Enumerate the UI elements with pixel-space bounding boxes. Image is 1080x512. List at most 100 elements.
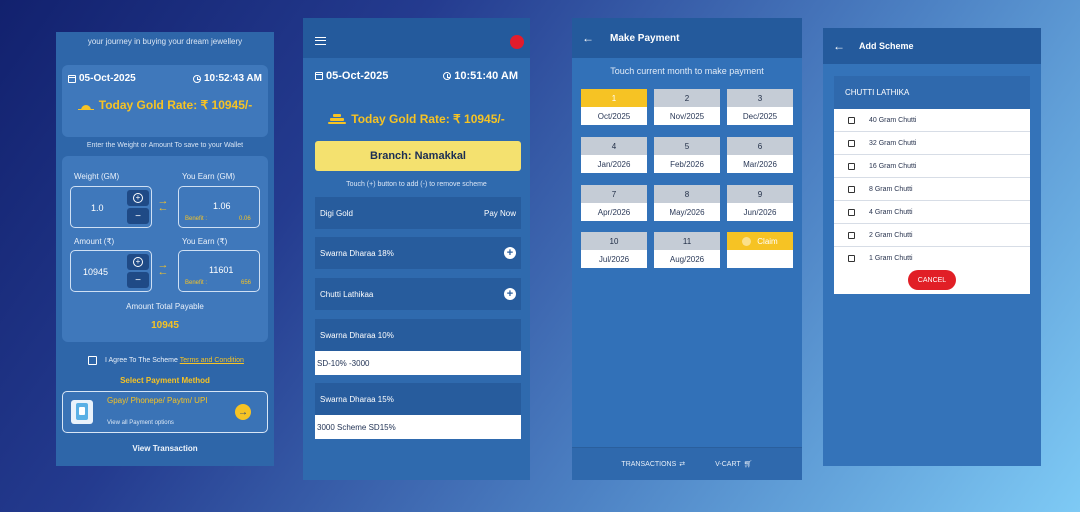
cart-icon: 🛒︎ xyxy=(743,461,753,468)
swap-arrows-icon: → ← xyxy=(157,259,169,278)
weight-value: 1.0 xyxy=(91,203,104,213)
amount-increase-button[interactable]: + xyxy=(127,254,149,270)
weight-increase-button[interactable]: + xyxy=(127,190,149,206)
claim-cell[interactable]: Claim xyxy=(727,232,793,268)
scheme-detail-row[interactable]: 3000 Scheme SD15% xyxy=(315,415,521,439)
amount-stepper: + − xyxy=(127,254,149,288)
amount-field[interactable]: 10945 + − xyxy=(70,250,152,292)
digi-gold-row[interactable]: Digi Gold Pay Now xyxy=(315,197,521,229)
installment-number: 6 xyxy=(727,137,793,155)
scheme-row[interactable]: Swarna Dharaa 10% xyxy=(315,319,521,351)
option-label: 1 Gram Chutti xyxy=(869,255,913,262)
option-row[interactable]: 8 Gram Chutti xyxy=(834,178,1030,201)
earn-gm-label: You Earn (GM) xyxy=(182,172,236,181)
back-arrow-icon[interactable]: ← xyxy=(582,31,594,45)
option-label: 32 Gram Chutti xyxy=(869,139,917,147)
view-transaction-link[interactable]: View Transaction xyxy=(56,444,274,453)
option-row[interactable]: 40 Gram Chutti xyxy=(834,109,1030,132)
option-label: 40 Gram Chutti xyxy=(869,116,917,124)
month-cell[interactable]: 4 Jan/2026 xyxy=(581,137,647,173)
gold-savings-screen: your journey in buying your dream jewell… xyxy=(56,32,274,466)
installment-number: 4 xyxy=(581,137,647,155)
branch-selector[interactable]: Branch: Namakkal xyxy=(315,141,521,171)
scheme-row[interactable]: Swarna Dharaa 18% + xyxy=(315,237,521,269)
option-label: 2 Gram Chutti xyxy=(869,231,913,239)
scheme-label: Chutti Lathikaa xyxy=(320,289,374,299)
installment-month: Aug/2026 xyxy=(654,250,720,268)
option-checkbox[interactable] xyxy=(848,255,855,262)
back-arrow-icon[interactable]: ← xyxy=(833,39,845,53)
weight-stepper: + − xyxy=(127,190,149,224)
month-cell[interactable]: 11 Aug/2026 xyxy=(654,232,720,268)
benefit-label: Benefit : xyxy=(185,280,208,286)
date-time-row: 05-Oct-2025 10:52:43 AM xyxy=(62,65,268,84)
weight-field[interactable]: 1.0 + − xyxy=(70,186,152,228)
app-bar xyxy=(303,18,530,58)
add-scheme-screen: ← Add Scheme CHUTTI LATHIKA 40 Gram Chut… xyxy=(823,28,1041,466)
option-row[interactable]: 1 Gram Chutti xyxy=(834,247,1030,270)
benefit-gm-value: 0.06 xyxy=(239,216,251,222)
today-gold-rate: Today Gold Rate: ₹ 10945/- xyxy=(303,112,530,126)
vcart-tab[interactable]: V-CART 🛒︎ xyxy=(715,460,753,469)
earn-rs-field: 11601 Benefit : 656 xyxy=(178,250,260,292)
scheme-row[interactable]: Chutti Lathikaa + xyxy=(315,278,521,310)
terms-link[interactable]: Terms and Condition xyxy=(180,357,244,364)
month-cell[interactable]: 7 Apr/2026 xyxy=(581,185,647,221)
month-cell[interactable]: 6 Mar/2026 xyxy=(727,137,793,173)
installment-month: Feb/2026 xyxy=(654,155,720,173)
installment-month: Apr/2026 xyxy=(581,203,647,221)
option-checkbox[interactable] xyxy=(848,139,855,147)
mobile-payment-icon xyxy=(71,400,93,424)
upi-payment-option[interactable]: Gpay/ Phonepe/ Paytm/ UPI View all Payme… xyxy=(62,391,268,433)
option-row[interactable]: 32 Gram Chutti xyxy=(834,132,1030,155)
option-checkbox[interactable] xyxy=(848,116,855,124)
menu-icon[interactable] xyxy=(315,37,326,45)
month-cell[interactable]: 9 Jun/2026 xyxy=(727,185,793,221)
option-row[interactable]: 16 Gram Chutti xyxy=(834,155,1030,178)
claim-button[interactable]: Claim xyxy=(727,232,793,250)
amount-decrease-button[interactable]: − xyxy=(127,272,149,288)
clock-icon xyxy=(193,74,201,83)
weight-decrease-button[interactable]: − xyxy=(127,208,149,224)
amount-value: 10945 xyxy=(83,267,109,277)
month-cell[interactable]: 1 Oct/2025 xyxy=(581,89,647,125)
month-cell[interactable]: 5 Feb/2026 xyxy=(654,137,720,173)
option-checkbox[interactable] xyxy=(848,231,855,239)
earn-gm-field: 1.06 Benefit : 0.06 xyxy=(178,186,260,228)
month-cell[interactable]: 3 Dec/2025 xyxy=(727,89,793,125)
installment-month: Jul/2026 xyxy=(581,250,647,268)
month-cell[interactable]: 2 Nov/2025 xyxy=(654,89,720,125)
terms-text: I Agree To The Scheme Terms and Conditio… xyxy=(105,357,244,364)
installment-number: 10 xyxy=(581,232,647,250)
scheme-list-screen: 05-Oct-2025 10:51:40 AM Today Gold Rate:… xyxy=(303,18,530,480)
transactions-tab[interactable]: TRANSACTIONS ⇄ xyxy=(621,460,686,469)
add-scheme-icon[interactable]: + xyxy=(504,247,516,259)
payment-option-subtitle: View all Payment options xyxy=(107,420,174,426)
page-title: Add Scheme xyxy=(859,41,914,51)
month-cell[interactable]: 10 Jul/2026 xyxy=(581,232,647,268)
scheme-detail-row[interactable]: SD-10% -3000 xyxy=(315,351,521,375)
make-payment-screen: ← Make Payment Touch current month to ma… xyxy=(572,18,802,480)
app-bar: ← Add Scheme xyxy=(823,28,1041,64)
installment-month: Oct/2025 xyxy=(581,107,647,125)
option-checkbox[interactable] xyxy=(848,185,855,193)
payment-hint: Touch current month to make payment xyxy=(610,66,764,76)
transfer-icon: ⇄ xyxy=(679,461,686,468)
arrow-right-icon[interactable]: → xyxy=(235,404,251,420)
month-cell[interactable]: 8 May/2026 xyxy=(654,185,720,221)
pay-now-button[interactable]: Pay Now xyxy=(484,209,516,218)
option-label: 4 Gram Chutti xyxy=(869,208,913,216)
add-scheme-icon[interactable]: + xyxy=(504,288,516,300)
earn-rs-label: You Earn (₹) xyxy=(182,237,228,246)
scheme-hint: Touch (+) button to add (-) to remove sc… xyxy=(346,181,487,188)
scheme-row[interactable]: Swarna Dharaa 15% xyxy=(315,383,521,415)
option-checkbox[interactable] xyxy=(848,162,855,170)
option-row[interactable]: 4 Gram Chutti xyxy=(834,201,1030,224)
benefit-label: Benefit : xyxy=(185,216,208,222)
option-row[interactable]: 2 Gram Chutti xyxy=(834,224,1030,247)
earn-rs-value: 11601 xyxy=(209,265,234,275)
option-checkbox[interactable] xyxy=(848,208,855,216)
installment-number: 5 xyxy=(654,137,720,155)
terms-checkbox[interactable] xyxy=(88,356,97,365)
cancel-button[interactable]: CANCEL xyxy=(908,270,956,290)
